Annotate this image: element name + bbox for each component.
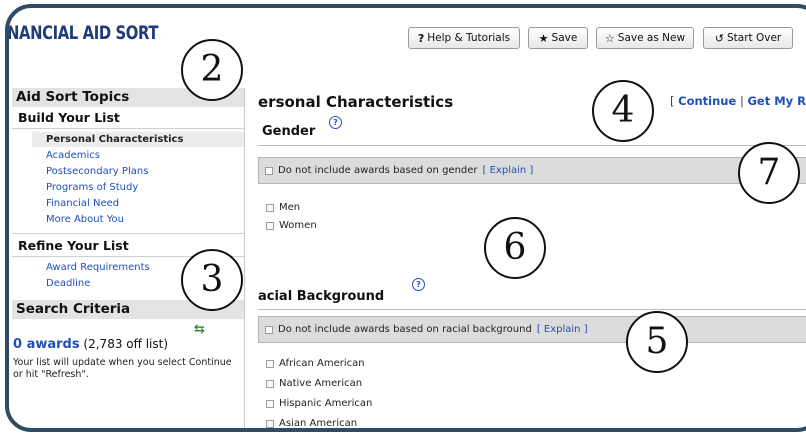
option-label: Women (279, 220, 317, 231)
site-logo[interactable]: NANCIAL AID SORT (9, 22, 158, 44)
divider (258, 309, 806, 310)
awards-count: 0 awards (2,783 off list) (13, 337, 168, 352)
checkbox[interactable] (266, 203, 274, 212)
continue-link[interactable]: Continue (678, 94, 736, 108)
help-tutorials-button[interactable]: ? Help & Tutorials (408, 27, 520, 49)
awards-count-value: 0 awards (13, 337, 80, 352)
screenshot-frame: NANCIAL AID SORT ? Help & Tutorials ★ Sa… (5, 4, 806, 432)
build-list-heading: Build Your List (18, 110, 120, 125)
racial-exclude-checkbox[interactable] (265, 325, 273, 334)
option-label: Native American (279, 378, 363, 389)
save-button[interactable]: ★ Save (528, 27, 588, 49)
option-african-american[interactable]: African American (266, 358, 365, 369)
sidebar-item-more-about-you[interactable]: More About You (46, 214, 124, 225)
refine-list-heading: Refine Your List (18, 238, 129, 253)
sidebar-item-deadline[interactable]: Deadline (46, 278, 90, 289)
option-hispanic-american[interactable]: Hispanic American (266, 398, 372, 409)
sidebar-item-programs-of-study[interactable]: Programs of Study (46, 182, 138, 193)
question-icon: ? (417, 31, 425, 45)
start-over-button[interactable]: ↺ Start Over (703, 27, 793, 49)
sidebar-item-academics[interactable]: Academics (46, 150, 100, 161)
gender-explain-link[interactable]: [ Explain ] (483, 165, 534, 176)
racial-exclude-bar: Do not include awards based on racial ba… (258, 316, 806, 343)
page-title: ersonal Characteristics (258, 93, 454, 111)
get-results-link[interactable]: Get My R (747, 94, 806, 108)
sidebar-item-personal-characteristics[interactable]: Personal Characteristics (32, 132, 244, 147)
racial-explain-link[interactable]: [ Explain ] (537, 324, 588, 335)
option-label: African American (279, 358, 365, 369)
callout-2: 2 (181, 39, 243, 101)
update-note: Your list will update when you select Co… (13, 357, 232, 380)
star-icon: ★ (538, 31, 549, 45)
callout-5: 5 (626, 311, 688, 373)
gender-exclude-checkbox[interactable] (265, 166, 273, 175)
page: NANCIAL AID SORT ? Help & Tutorials ★ Sa… (9, 8, 806, 429)
checkbox[interactable] (266, 379, 274, 388)
nav-links: [ Continue | Get My R (670, 94, 806, 108)
option-label: Hispanic American (279, 398, 373, 409)
checkbox[interactable] (266, 221, 274, 230)
checkbox[interactable] (266, 359, 274, 368)
racial-heading: acial Background (258, 289, 385, 304)
divider (12, 233, 244, 234)
save-as-new-button[interactable]: ☆ Save as New (596, 27, 694, 49)
option-men[interactable]: Men (266, 202, 300, 213)
off-list-count: (2,783 off list) (83, 337, 169, 351)
sidebar-item-financial-need[interactable]: Financial Need (46, 198, 119, 209)
help-icon[interactable]: ? (329, 116, 342, 129)
gender-heading: Gender (262, 124, 316, 139)
callout-4: 4 (592, 80, 654, 142)
divider (12, 128, 244, 129)
sidebar-item-award-requirements[interactable]: Award Requirements (46, 262, 150, 273)
start-over-label: Start Over (726, 32, 782, 44)
callout-7: 7 (738, 142, 800, 204)
save-label: Save (551, 32, 578, 44)
divider (258, 145, 806, 146)
option-label: Men (279, 202, 301, 213)
racial-exclude-label: Do not include awards based on racial ba… (278, 324, 532, 335)
sidebar-item-postsecondary-plans[interactable]: Postsecondary Plans (46, 166, 148, 177)
option-native-american[interactable]: Native American (266, 378, 362, 389)
undo-icon: ↺ (714, 31, 724, 45)
help-icon[interactable]: ? (412, 278, 425, 291)
refresh-icon[interactable]: ⇆ (194, 322, 205, 337)
save-as-new-label: Save as New (617, 32, 686, 44)
checkbox[interactable] (266, 419, 274, 428)
option-label: Asian American (279, 418, 358, 429)
bracket: [ (670, 94, 675, 108)
star-outline-icon: ☆ (604, 31, 615, 45)
callout-3: 3 (181, 249, 243, 311)
help-tutorials-label: Help & Tutorials (427, 32, 511, 44)
option-asian-american[interactable]: Asian American (266, 418, 358, 429)
link-separator: | (739, 94, 744, 108)
gender-exclude-label: Do not include awards based on gender (278, 165, 478, 176)
option-women[interactable]: Women (266, 220, 317, 231)
gender-exclude-bar: Do not include awards based on gender [ … (258, 157, 806, 184)
checkbox[interactable] (266, 399, 274, 408)
callout-6: 6 (484, 217, 546, 279)
